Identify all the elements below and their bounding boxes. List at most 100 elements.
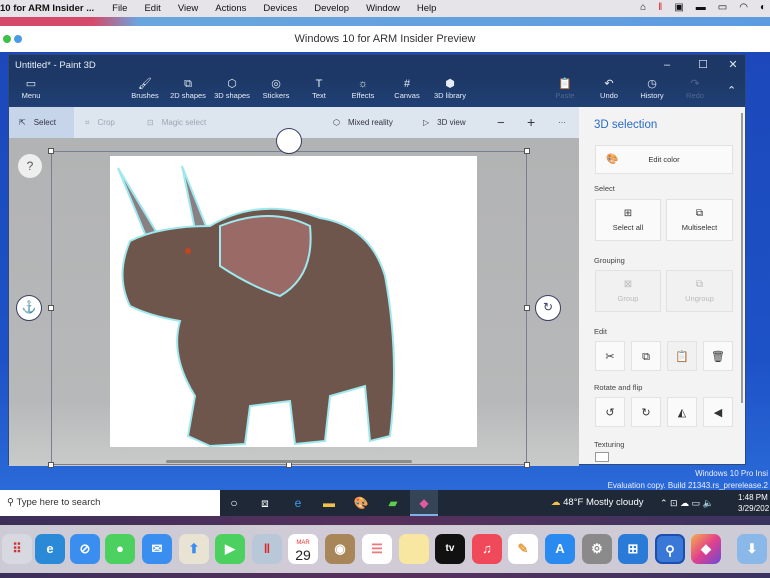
crop-tool[interactable]: ⌗ Crop: [85, 107, 115, 138]
menu-button[interactable]: ▭ Menu: [9, 76, 53, 107]
rotate-left-icon[interactable]: ↺: [595, 397, 625, 427]
selection-box[interactable]: [51, 151, 527, 465]
weather-widget[interactable]: ☁ 48°F Mostly cloudy: [551, 490, 644, 516]
resize-handle[interactable]: [524, 148, 530, 154]
mail-icon[interactable]: ✉: [142, 534, 172, 564]
resize-handle[interactable]: [524, 462, 530, 468]
paint-icon[interactable]: 🎨: [350, 490, 372, 516]
maps-icon[interactable]: ⬆: [179, 534, 209, 564]
maximize-button[interactable]: ☐: [693, 55, 713, 76]
redo-button[interactable]: ↷ Redo: [673, 76, 717, 107]
rotate-right-icon[interactable]: ↻: [631, 397, 661, 427]
menu-help[interactable]: Help: [417, 3, 437, 14]
safari-icon[interactable]: ⊘: [70, 534, 100, 564]
zoom-in-button[interactable]: +: [527, 107, 535, 138]
flip-horizontal-icon[interactable]: ◭: [667, 397, 697, 427]
tray-icons[interactable]: ⌃ ⊡ ☁ ▭ 🔈: [660, 490, 714, 516]
2d-shapes-button[interactable]: ⧉ 2D shapes: [166, 76, 210, 107]
menu-actions[interactable]: Actions: [215, 3, 246, 14]
paint3d-dock-icon[interactable]: ◆: [691, 534, 721, 564]
cut-icon[interactable]: ✂: [595, 341, 625, 371]
paste-icon[interactable]: 📋: [667, 341, 697, 371]
menu-window[interactable]: Window: [366, 3, 400, 14]
canvas-button[interactable]: # Canvas: [385, 76, 429, 107]
edit-color-button[interactable]: 🎨 Edit color: [595, 145, 733, 174]
flag-icon[interactable]: ▬: [696, 2, 706, 13]
resize-handle[interactable]: [48, 462, 54, 468]
music-icon[interactable]: ♫: [472, 534, 502, 564]
canvas-area[interactable]: ⚓ ↻ ?: [9, 128, 579, 468]
zoom-window-button[interactable]: [3, 35, 11, 43]
notes-icon[interactable]: [399, 534, 429, 564]
parallels-icon[interactable]: ‖: [658, 2, 662, 13]
flip-vertical-icon[interactable]: ◀: [703, 397, 733, 427]
ungroup-button[interactable]: ⧉ Ungroup: [666, 270, 733, 312]
3d-shapes-button[interactable]: ⬡ 3D shapes: [210, 76, 254, 107]
calendar-icon[interactable]: MAR 29: [288, 534, 318, 564]
downloads-folder-icon[interactable]: ⬇: [737, 534, 767, 564]
brushes-button[interactable]: 🖌 Brushes: [123, 76, 167, 107]
windows-start-icon[interactable]: ⊞: [618, 534, 648, 564]
app-store-icon[interactable]: A: [545, 534, 575, 564]
system-preferences-icon[interactable]: ⚙: [582, 534, 612, 564]
window-button[interactable]: [14, 35, 22, 43]
mixed-reality-button[interactable]: ⬡ Mixed reality: [333, 107, 393, 138]
more-button[interactable]: ···: [558, 107, 566, 138]
messages-icon[interactable]: ●: [105, 534, 135, 564]
paint3d-taskbar-icon[interactable]: ◆: [410, 490, 438, 516]
launchpad-icon[interactable]: ⠿: [2, 534, 32, 564]
menu-develop[interactable]: Develop: [314, 3, 349, 14]
paste-button[interactable]: 📋 Paste: [543, 76, 587, 107]
cortana-icon[interactable]: ○: [223, 490, 245, 516]
delete-icon[interactable]: 🗑: [703, 341, 733, 371]
pages-icon[interactable]: ✎: [508, 534, 538, 564]
search-box[interactable]: ⚲ Type here to search: [0, 490, 220, 516]
select-all-button[interactable]: ⊞ Select all: [595, 199, 661, 241]
menu-edit[interactable]: Edit: [144, 3, 160, 14]
minimize-button[interactable]: –: [657, 55, 677, 76]
file-explorer-icon[interactable]: ▬: [318, 490, 340, 516]
task-view-icon[interactable]: ⧈: [254, 490, 276, 516]
history-button[interactable]: ◷ History: [630, 76, 674, 107]
menu-devices[interactable]: Devices: [263, 3, 297, 14]
resize-handle[interactable]: [48, 305, 54, 311]
close-button[interactable]: ✕: [723, 55, 743, 76]
horizontal-scrollbar[interactable]: [166, 460, 412, 463]
edge-icon[interactable]: e: [287, 490, 309, 516]
anchor-icon[interactable]: ⚓: [16, 295, 42, 321]
rotate-handle[interactable]: [276, 128, 302, 154]
texturing-checkbox[interactable]: [595, 452, 609, 462]
group-button[interactable]: ⊠ Group: [595, 270, 661, 312]
apple-tv-icon[interactable]: tv: [435, 534, 465, 564]
contacts-icon[interactable]: ◉: [325, 534, 355, 564]
app-icon[interactable]: ▰: [382, 490, 404, 516]
3d-library-button[interactable]: ⬢ 3D library: [428, 76, 472, 107]
wifi-icon[interactable]: ◠: [739, 2, 748, 13]
multiselect-button[interactable]: ⧉ Multiselect: [666, 199, 733, 241]
clock[interactable]: 1:48 PM 3/29/202: [738, 492, 769, 514]
facetime-icon[interactable]: ▶: [215, 534, 245, 564]
zoom-out-button[interactable]: −: [497, 107, 505, 138]
help-button[interactable]: ?: [18, 154, 42, 178]
battery-icon[interactable]: ▭: [718, 2, 727, 13]
magic-select-tool[interactable]: ⊡ Magic select: [147, 107, 206, 138]
3d-view-button[interactable]: ▷ 3D view: [423, 107, 466, 138]
reminders-icon[interactable]: ☰: [362, 534, 392, 564]
app-menu[interactable]: 10 for ARM Insider ...: [0, 3, 94, 14]
collapse-ribbon-chevron-up-icon[interactable]: ⌃: [727, 84, 736, 97]
control-center-icon[interactable]: ◐: [760, 2, 766, 13]
edge-dock-icon[interactable]: e: [35, 534, 65, 564]
menu-view[interactable]: View: [178, 3, 198, 14]
text-button[interactable]: T Text: [297, 76, 341, 107]
search-app-icon[interactable]: ⚲: [655, 534, 685, 564]
undo-button[interactable]: ↶ Undo: [587, 76, 631, 107]
menu-file[interactable]: File: [112, 3, 127, 14]
panel-scrollbar[interactable]: [741, 113, 743, 403]
rotate-z-icon[interactable]: ↻: [535, 295, 561, 321]
app-icon[interactable]: ▣: [674, 2, 683, 13]
parallels-desktop-icon[interactable]: ‖: [252, 534, 282, 564]
home-icon[interactable]: ⌂: [640, 2, 646, 13]
resize-handle[interactable]: [524, 305, 530, 311]
resize-handle[interactable]: [48, 148, 54, 154]
select-tool[interactable]: ⇱ Select: [19, 107, 56, 138]
